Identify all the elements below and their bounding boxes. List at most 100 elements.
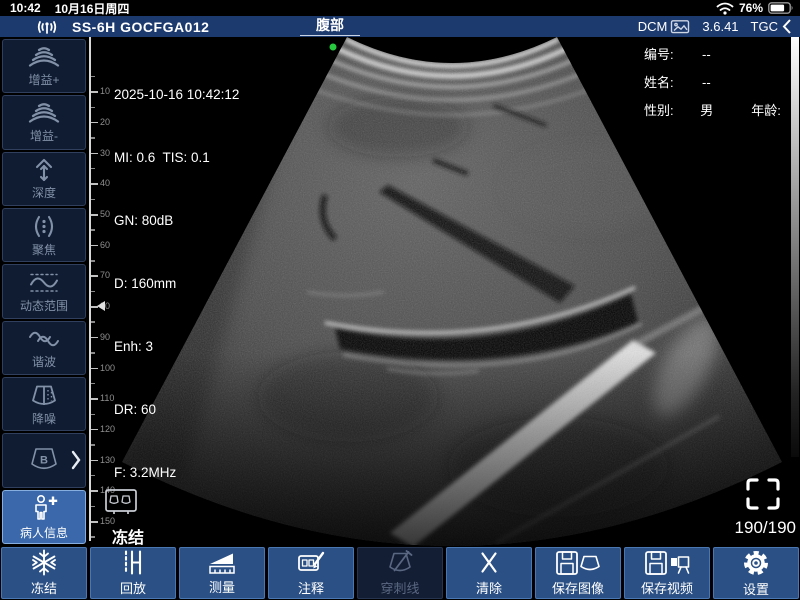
depth-tick: [91, 137, 96, 139]
sidebar-item-patient-info[interactable]: 病人信息: [2, 490, 86, 544]
toolbar-settings-button[interactable]: 设置: [713, 547, 799, 599]
fullscreen-icon[interactable]: [744, 477, 782, 511]
toolbar-measure-button[interactable]: 测量: [179, 547, 265, 599]
depth-tick: [91, 107, 96, 109]
depth-tick: [91, 398, 98, 400]
freeze-snowflake-icon: [30, 549, 58, 576]
dcm-toggle[interactable]: DCM: [638, 19, 691, 34]
sidebar-item-denoise[interactable]: 降噪: [2, 377, 86, 431]
status-bar: 10:42 10月16日周四 76%: [0, 0, 800, 16]
denoise-icon: [24, 382, 64, 409]
depth-tick: [91, 214, 98, 216]
depth-label: 100: [100, 363, 115, 373]
param-line: MI: 0.6 TIS: 0.1: [114, 147, 239, 168]
depth-tick: [91, 444, 96, 446]
depth-tick: [91, 76, 96, 78]
svg-text:B: B: [40, 455, 48, 467]
toolbar-puncture-line-button[interactable]: 穿刺线: [357, 547, 443, 599]
sidebar-item-harmonic[interactable]: 谐波: [2, 321, 86, 375]
sidebar-item-b-mode[interactable]: B: [2, 433, 86, 487]
harmonic-icon: [24, 325, 64, 352]
toolbar-save-video-button[interactable]: 保存视频: [624, 547, 710, 599]
sidebar-item-gain-plus[interactable]: 增益+: [2, 39, 86, 93]
device-title: SS-6H GOCFGA012: [72, 19, 209, 35]
tgc-button[interactable]: TGC: [751, 18, 792, 35]
depth-tick: [91, 229, 96, 231]
toolbar-button-label: 测量: [209, 577, 235, 596]
toolbar-playback-button[interactable]: 回放: [90, 547, 176, 599]
dcm-label: DCM: [638, 19, 668, 34]
toolbar-button-label: 冻结: [31, 578, 57, 597]
toolbar-freeze-button[interactable]: 冻结: [1, 547, 87, 599]
sidebar-item-label: 降噪: [32, 410, 56, 427]
sidebar-item-label: 聚焦: [32, 241, 56, 258]
depth-tick: [91, 260, 96, 262]
frame-counter: 190/190: [735, 518, 796, 538]
timestamp: 2025-10-16 10:42:12: [114, 84, 239, 105]
playback-film-icon: [119, 549, 147, 576]
grayscale-bar: [791, 37, 799, 457]
toolbar-save-image-button[interactable]: 保存图像: [535, 547, 621, 599]
save-video-icon: [644, 550, 690, 576]
annotate-pencil-icon: [296, 550, 326, 576]
toolbar-button-label: 设置: [743, 579, 769, 598]
patient-info-icon: [24, 493, 64, 523]
depth-tick: [91, 352, 96, 354]
focus-marker[interactable]: [97, 301, 105, 311]
chevron-left-icon: [782, 18, 792, 35]
toolbar-annotate-button[interactable]: 注释: [268, 547, 354, 599]
toolbar-button-label: 注释: [298, 578, 324, 597]
dynamic-range-icon: [24, 269, 64, 296]
depth-tick: [91, 506, 96, 508]
sidebar-item-focus[interactable]: 聚焦: [2, 208, 86, 262]
param-line: D: 160mm: [114, 273, 239, 294]
depth-label: 20: [100, 117, 110, 127]
measure-ruler-icon: [207, 550, 237, 575]
dual-screen-icon[interactable]: [104, 485, 138, 519]
depth-tick: [91, 291, 96, 293]
sidebar-item-dynamic-range[interactable]: 动态范围: [2, 264, 86, 318]
patient-info-panel: 编号: -- 姓名: -- 性别: 男 年龄: --: [644, 45, 800, 148]
depth-label: 30: [100, 148, 110, 158]
date: 10月16日周四: [55, 0, 130, 17]
app-version: 3.6.41: [702, 19, 738, 34]
depth-tick: [91, 521, 98, 523]
app-header: SS-6H GOCFGA012 腹部 DCM 3.6.41 TGC: [0, 16, 800, 37]
depth-label: 60: [100, 240, 110, 250]
freeze-status: 冻结: [112, 524, 144, 546]
sidebar-item-label: 病人信息: [20, 524, 68, 541]
sidebar-item-label: 谐波: [32, 353, 56, 370]
sidebar-item-label: 动态范围: [20, 297, 68, 314]
depth-label: 90: [100, 332, 110, 342]
exam-mode-selector[interactable]: 腹部: [300, 16, 360, 36]
sidebar-item-gain-minus[interactable]: 增益-: [2, 95, 86, 149]
depth-label: 110: [100, 393, 114, 403]
ultrasound-app: 10:42 10月16日周四 76% SS-6H GOCFGA012 腹部 DC…: [0, 0, 800, 600]
chevron-right-icon: [70, 449, 82, 471]
depth-label: 120: [100, 424, 115, 434]
depth-tick: [91, 199, 96, 201]
wifi-icon: [716, 2, 734, 15]
status-indicators: 76%: [716, 1, 794, 15]
sidebar-item-depth[interactable]: 深度: [2, 152, 86, 206]
depth-tick: [91, 475, 96, 477]
depth-label: 50: [100, 209, 110, 219]
depth-tick: [91, 153, 98, 155]
toolbar-clear-button[interactable]: 清除: [446, 547, 532, 599]
settings-gear-icon: [742, 549, 770, 577]
depth-tick: [91, 460, 98, 462]
battery-icon: [768, 2, 794, 14]
gain-plus-icon: [24, 44, 64, 70]
depth-tick: [91, 414, 96, 416]
param-line: DR: 60: [114, 399, 239, 420]
param-line: Enh: 3: [114, 336, 239, 357]
dcm-image-icon: [670, 19, 690, 34]
depth-tick: [91, 429, 98, 431]
depth-tick: [91, 91, 98, 93]
header-right-group: DCM 3.6.41 TGC: [638, 18, 792, 35]
depth-tick: [91, 321, 96, 323]
depth-tick: [91, 536, 96, 538]
depth-tick: [91, 245, 98, 247]
toolbar-button-label: 清除: [476, 578, 502, 597]
depth-label: 40: [100, 178, 110, 188]
